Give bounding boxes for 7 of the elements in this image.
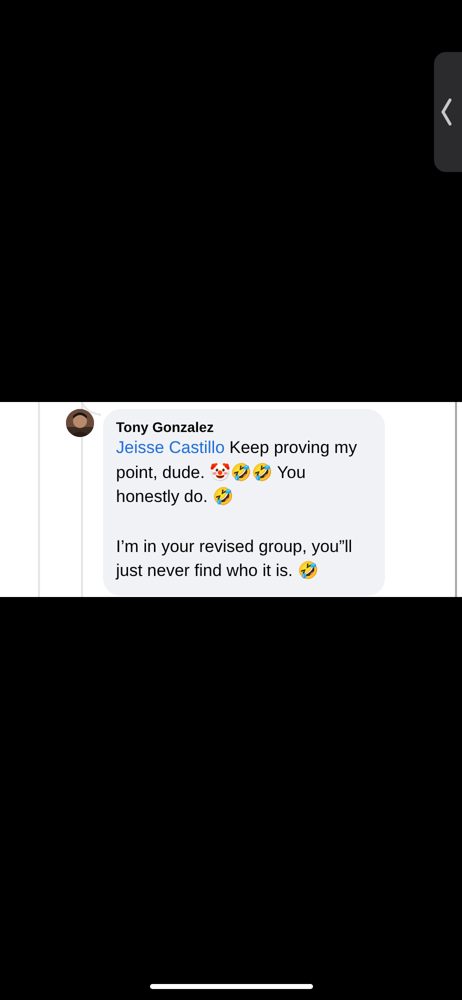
author-name[interactable]: Tony Gonzalez [116,418,373,436]
comment-text: Jeisse Castillo Keep proving my point, dude. 🤡🤣🤣 You honestly do. 🤣 [116,437,358,508]
side-tab[interactable] [434,52,462,172]
chevron-left-icon [440,97,452,127]
avatar[interactable] [66,409,94,437]
mention-link[interactable]: Jeisse Castillo [116,438,225,457]
comment-text: I’m in your revised group, you”ll just never find who it is. 🤣 [116,536,354,582]
